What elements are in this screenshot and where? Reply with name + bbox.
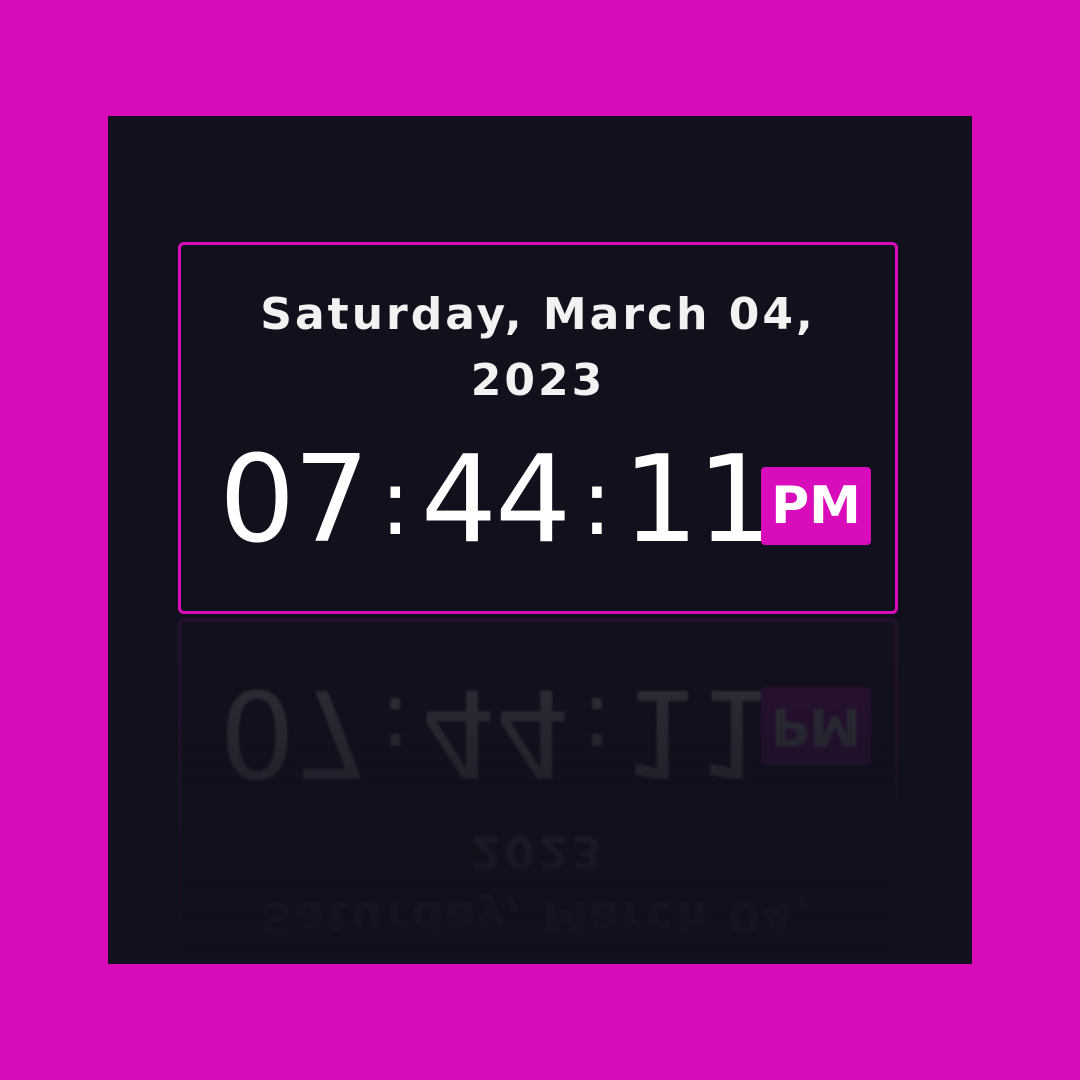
date-line-1: Saturday, March 04, — [260, 289, 816, 340]
reflection-content: Saturday, March 04, 2023 07 : 44 : 11 PM — [181, 621, 895, 964]
seconds-value: 11 — [622, 431, 773, 570]
clock-stage: Saturday, March 04, 2023 07 : 44 : 11 PM… — [108, 116, 972, 964]
time-display: 07 : 44 : 11 — [219, 431, 773, 570]
date-line-2: 2023 — [470, 355, 606, 406]
reflected-colon-separator: : — [581, 676, 613, 783]
colon-separator: : — [379, 449, 411, 556]
reflected-colon-separator: : — [379, 676, 411, 783]
reflected-date-line-2: 2023 — [470, 826, 606, 877]
reflected-date-line-1: Saturday, March 04, — [260, 892, 816, 943]
reflected-time-display: 07 : 44 : 11 — [219, 662, 772, 801]
hours-value: 07 — [219, 431, 370, 570]
ampm-badge: PM — [761, 467, 871, 545]
reflected-minutes-value: 44 — [420, 662, 570, 801]
reflected-seconds-value: 11 — [622, 662, 772, 801]
clock-card: Saturday, March 04, 2023 07 : 44 : 11 PM — [178, 242, 898, 614]
minutes-value: 44 — [420, 431, 572, 570]
reflected-hours-value: 07 — [219, 662, 368, 801]
clock-reflection: Saturday, March 04, 2023 07 : 44 : 11 PM — [178, 618, 898, 964]
colon-separator: : — [581, 449, 613, 556]
reflected-ampm-badge: PM — [761, 687, 871, 765]
